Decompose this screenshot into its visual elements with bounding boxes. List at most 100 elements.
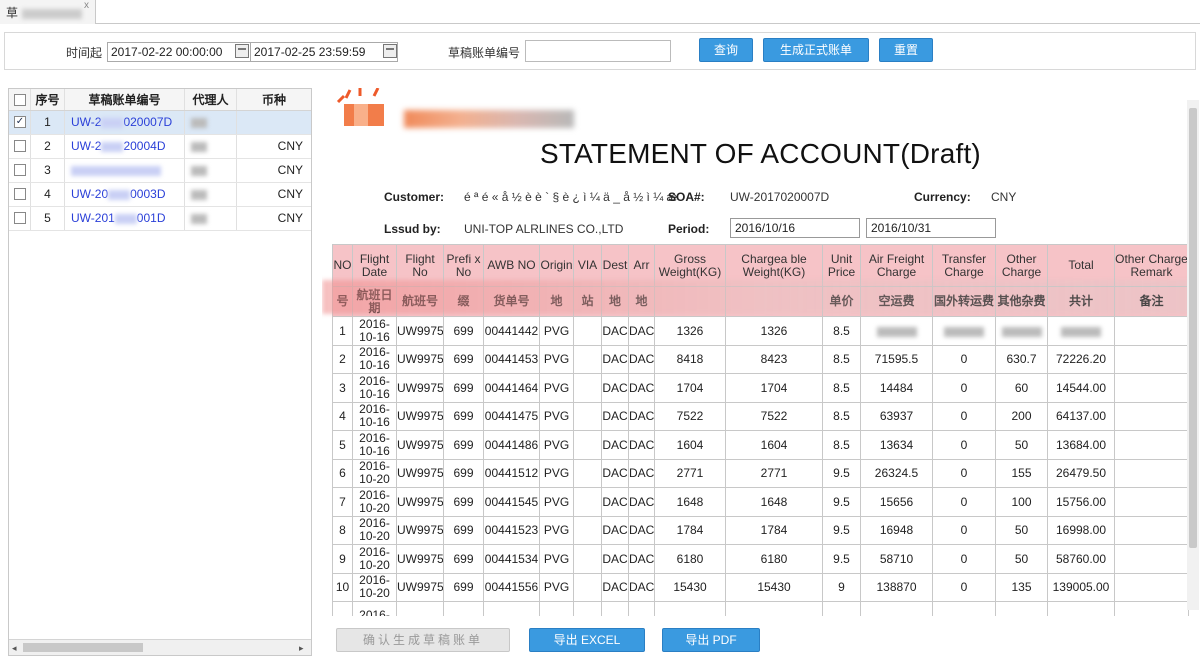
generate-formal-bill-button[interactable]: 生成正式账单 <box>763 38 869 62</box>
end-datetime-input[interactable]: 2017-02-25 23:59:59 <box>250 42 398 62</box>
scroll-left-icon[interactable]: ◂ <box>12 643 17 654</box>
customer-value: é ª é « å ½ è è ` § è ¿ ì ¼ ä _ å ½ ì ¼ … <box>464 190 678 204</box>
row-checkbox[interactable] <box>14 188 26 200</box>
cell-chargeable: 15430 <box>725 572 823 602</box>
row-checkbox[interactable] <box>14 164 26 176</box>
row-checkbox[interactable] <box>14 212 26 224</box>
cell-air-value: 58710 <box>879 551 914 566</box>
list-item[interactable]: 5 UW-201 001D CNY <box>9 207 311 231</box>
cell-dest: DAC <box>601 487 629 517</box>
cell-no-value: 10 <box>335 580 350 595</box>
scroll-thumb[interactable] <box>23 643 143 652</box>
cell-transfer: 0 <box>932 344 996 374</box>
cell-unit: 8.5 <box>822 401 861 431</box>
cell-awb: 00441464 <box>483 373 540 403</box>
cell-remark <box>1114 544 1189 574</box>
tab-close-icon[interactable]: x <box>84 0 89 11</box>
column-header: Gross Weight(KG) <box>654 244 726 287</box>
vertical-scrollbar[interactable] <box>1187 100 1199 610</box>
cell-awb-value: 00441486 <box>484 437 539 452</box>
cell-date-value: 2016- <box>359 608 390 616</box>
cell-air: 14484 <box>860 373 933 403</box>
cell-total: 13684.00 <box>1047 430 1115 460</box>
cell-unit <box>822 601 861 616</box>
list-item[interactable]: 4 UW-20 0003D CNY <box>9 183 311 207</box>
cell-other: 155 <box>995 458 1048 488</box>
start-datetime-input[interactable]: 2017-02-22 00:00:00 <box>107 42 251 62</box>
cell-chargeable-value: 1704 <box>760 380 788 395</box>
row-draft-no-link[interactable]: UW-20 0003D <box>65 183 185 206</box>
cell-unit-value: 8.5 <box>833 409 850 424</box>
cell-unit: 9.5 <box>822 487 861 517</box>
cell-origin-value: PVG <box>543 409 570 424</box>
tab-draft-bill[interactable]: 草 <box>0 0 96 24</box>
table-row: 9 2016- 10-20 UW9975 699 00441534 PVG DAC DAC 618… <box>332 544 1189 574</box>
cell-transfer-value: 0 <box>960 466 968 481</box>
cell-date-value: 2016- 10-16 <box>359 430 390 458</box>
row-draft-no-link[interactable]: UW-2 20004D <box>65 135 185 158</box>
column-header-cn: 缀 <box>443 286 484 317</box>
period-to-field: 2016/10/31 <box>866 218 996 238</box>
cell-dest: DAC <box>601 344 629 374</box>
cell-transfer: 0 <box>932 572 996 602</box>
cell-origin: PVG <box>539 515 574 545</box>
cell-date: 2016- 10-20 <box>352 572 397 602</box>
cell-dest-value: DAC <box>602 523 628 538</box>
cell-via <box>573 487 602 517</box>
scroll-right-icon[interactable]: ▸ <box>299 643 304 654</box>
cell-via <box>573 373 602 403</box>
cell-prefix: 699 <box>443 430 484 460</box>
table-row: 7 2016- 10-20 UW9975 699 00441545 PVG DAC DAC 164… <box>332 487 1189 517</box>
query-button[interactable]: 查询 <box>699 38 753 62</box>
cell-other-value: 50 <box>1014 551 1029 566</box>
cell-gross-value: 7522 <box>676 409 704 424</box>
list-item[interactable]: ✓ 1 UW-2 020007D <box>9 111 311 135</box>
cell-date: 2016- 10-20 <box>352 458 397 488</box>
list-item[interactable]: 2 UW-2 20004D CNY <box>9 135 311 159</box>
export-pdf-button[interactable]: 导出 PDF <box>662 628 760 652</box>
reset-button[interactable]: 重置 <box>879 38 933 62</box>
cell-gross: 1326 <box>654 316 726 346</box>
row-draft-no-link[interactable]: UW-201 001D <box>65 207 185 230</box>
cell-total-value: 58760.00 <box>1055 551 1107 566</box>
cell-air <box>860 316 933 346</box>
filter-bar: 时间起 2017-02-22 00:00:00 2017-02-25 23:59… <box>4 32 1196 70</box>
column-header-cn: 号 <box>332 286 353 317</box>
row-draft-no-link[interactable] <box>65 159 185 182</box>
cell-other: 50 <box>995 515 1048 545</box>
cell-arr: DAC <box>628 544 655 574</box>
cell-origin-value: PVG <box>543 580 570 595</box>
vertical-scroll-thumb[interactable] <box>1189 108 1197 548</box>
horizontal-scrollbar[interactable]: ◂ ▸ <box>9 639 311 655</box>
draft-no-prefix: UW-2 <box>71 115 102 129</box>
row-checkbox[interactable]: ✓ <box>14 116 26 128</box>
column-header: NO <box>332 244 353 287</box>
draft-no-suffix: 001D <box>136 211 166 225</box>
export-excel-button[interactable]: 导出 EXCEL <box>529 628 645 652</box>
cell-awb-value: 00441442 <box>484 323 539 338</box>
confirm-generate-draft-button[interactable]: 确认生成草稿账单 <box>336 628 510 652</box>
column-header-cn: 共计 <box>1047 286 1115 317</box>
cell-transfer-value: 0 <box>960 580 968 595</box>
list-item[interactable]: 3 CNY <box>9 159 311 183</box>
column-header: Unit Price <box>822 244 861 287</box>
cell-remark <box>1114 572 1189 602</box>
cell-date: 2016- 10-20 <box>352 515 397 545</box>
start-calendar-icon[interactable] <box>235 44 249 58</box>
row-agent <box>185 135 237 158</box>
cell-date-value: 2016- 10-16 <box>359 402 390 430</box>
header-seq: 序号 <box>31 89 65 110</box>
row-checkbox[interactable] <box>14 140 26 152</box>
row-draft-no-link[interactable]: UW-2 020007D <box>65 111 185 134</box>
end-calendar-icon[interactable] <box>383 44 397 58</box>
row-seq: 2 <box>31 135 65 158</box>
draft-no-input[interactable] <box>525 40 671 62</box>
cell-air: 15656 <box>860 487 933 517</box>
cell-date-value: 2016- 10-16 <box>359 373 390 401</box>
cell-air-value: 138870 <box>876 580 917 595</box>
cell-date: 2016- 10-16 <box>352 344 397 374</box>
cell-transfer-value: 0 <box>960 551 968 566</box>
cell-unit-value: 9.5 <box>833 494 850 509</box>
select-all-checkbox[interactable] <box>14 94 26 106</box>
column-header-cn: 地 <box>628 286 655 317</box>
